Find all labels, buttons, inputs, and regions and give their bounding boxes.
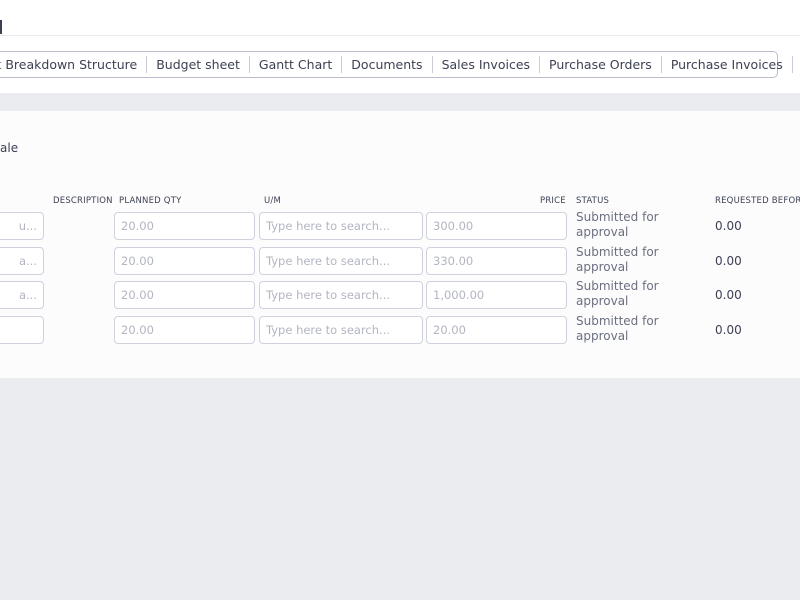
tab-budget-sheet[interactable]: Budget sheet	[147, 56, 250, 73]
um-search-input[interactable]: Type here to search...	[259, 316, 423, 344]
table-row: a... 20.00 Type here to search... 1,000.…	[0, 279, 800, 311]
price-input[interactable]: 20.00	[426, 316, 567, 344]
price-input[interactable]: 330.00	[426, 247, 567, 275]
tab-sales-invoices[interactable]: Sales Invoices	[433, 56, 541, 73]
column-header-um: U/M	[264, 196, 282, 206]
tab-work-breakdown-structure[interactable]: rk Breakdown Structure	[0, 56, 148, 73]
table-row: 20.00 Type here to search... 20.00 Submi…	[0, 314, 800, 346]
header-divider	[0, 35, 800, 36]
planned-qty-input[interactable]: 20.00	[114, 316, 255, 344]
item-input[interactable]: a...	[0, 247, 44, 275]
price-input[interactable]: 1,000.00	[426, 281, 567, 309]
requested-before-value: 0.00	[715, 323, 742, 337]
um-search-input[interactable]: Type here to search...	[259, 247, 423, 275]
header-fragment	[0, 20, 2, 34]
tab-documents[interactable]: Documents	[342, 56, 433, 73]
column-header-price: PRICE	[540, 196, 566, 206]
requested-before-value: 0.00	[715, 254, 742, 268]
planned-qty-input[interactable]: 20.00	[114, 247, 255, 275]
status-text: Submitted for approval	[576, 245, 659, 274]
column-header-status: STATUS	[576, 196, 610, 206]
planned-qty-input[interactable]: 20.00	[114, 212, 255, 240]
table-row: a... 20.00 Type here to search... 330.00…	[0, 245, 800, 277]
status-text: Submitted for approval	[576, 314, 659, 343]
tab-purchase-orders[interactable]: Purchase Orders	[540, 56, 662, 73]
project-tab-bar: rk Breakdown Structure Budget sheet Gant…	[0, 51, 793, 78]
item-input[interactable]: u...	[0, 212, 44, 240]
material-requests-card: ale DESCRIPTION PLANNED QTY U/M PRICE ST…	[0, 111, 800, 378]
item-input[interactable]: a...	[0, 281, 44, 309]
requested-before-value: 0.00	[715, 288, 742, 302]
column-header-planned-qty: PLANNED QTY	[119, 196, 182, 206]
tab-gantt-chart[interactable]: Gantt Chart	[250, 56, 343, 73]
column-header-requested-before: REQUESTED BEFORE	[715, 196, 800, 206]
card-title: ale	[0, 141, 19, 155]
status-text: Submitted for approval	[576, 210, 659, 239]
more-tabs-icon[interactable]: ···	[793, 56, 800, 73]
price-input[interactable]: 300.00	[426, 212, 567, 240]
column-header-description: DESCRIPTION	[53, 196, 113, 206]
top-bar: rk Breakdown Structure Budget sheet Gant…	[0, 0, 800, 93]
um-search-input[interactable]: Type here to search...	[259, 281, 423, 309]
planned-qty-input[interactable]: 20.00	[114, 281, 255, 309]
requested-before-value: 0.00	[715, 219, 742, 233]
item-input[interactable]	[0, 316, 44, 344]
table-row: u... 20.00 Type here to search... 300.00…	[0, 210, 800, 242]
um-search-input[interactable]: Type here to search...	[259, 212, 423, 240]
tab-purchase-invoices[interactable]: Purchase Invoices	[662, 56, 793, 73]
status-text: Submitted for approval	[576, 279, 659, 308]
